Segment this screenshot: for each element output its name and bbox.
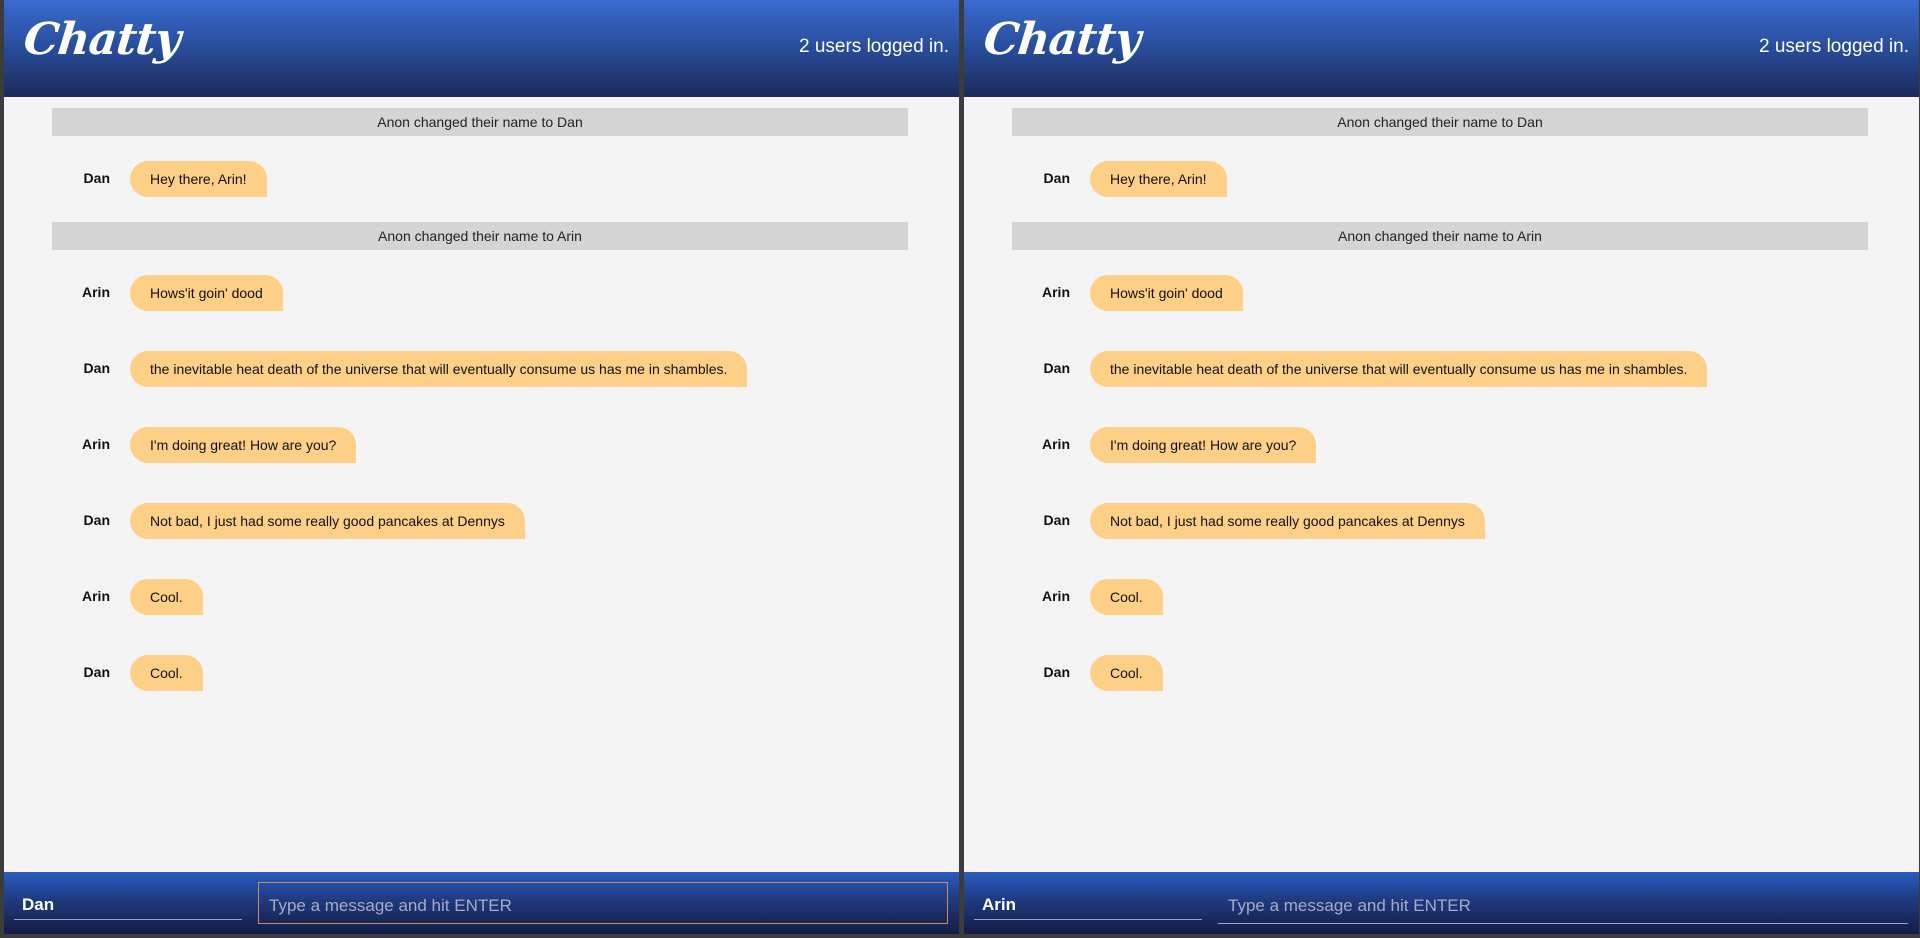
chat-message: Arin Hows'it goin' dood [964, 275, 1919, 311]
message-bubble: the inevitable heat death of the univers… [1090, 351, 1708, 387]
message-bubble: I'm doing great! How are you? [1090, 427, 1317, 463]
chat-message: Arin I'm doing great! How are you? [4, 427, 959, 463]
message-username: Arin [1042, 436, 1070, 452]
chat-message: Dan Cool. [4, 655, 959, 691]
navbar: Chatty 2 users logged in. [4, 0, 959, 97]
message-bubble: Cool. [130, 579, 203, 615]
chat-bar [964, 872, 1919, 934]
message-username: Arin [82, 436, 110, 452]
screen: Chatty 2 users logged in. Anon changed t… [0, 0, 1920, 938]
system-notice: Anon changed their name to Arin [1012, 222, 1868, 250]
chat-window-right: Chatty 2 users logged in. Anon changed t… [964, 0, 1919, 934]
message-username: Arin [82, 588, 110, 604]
chat-message: Dan the inevitable heat death of the uni… [4, 351, 959, 387]
chat-message: Arin Cool. [4, 579, 959, 615]
message-bubble: I'm doing great! How are you? [130, 427, 357, 463]
message-username: Arin [82, 284, 110, 300]
message-input[interactable] [258, 882, 948, 924]
message-username: Dan [83, 512, 110, 528]
username-input[interactable] [14, 890, 242, 920]
message-input[interactable] [1218, 882, 1908, 924]
message-username: Dan [83, 170, 110, 186]
message-username: Dan [1043, 360, 1070, 376]
message-list[interactable]: Anon changed their name to Dan Dan Hey t… [4, 97, 959, 872]
message-bubble: Hey there, Arin! [1090, 161, 1227, 197]
message-bubble: Cool. [1090, 655, 1163, 691]
chat-message: Arin I'm doing great! How are you? [964, 427, 1919, 463]
system-notice: Anon changed their name to Dan [52, 108, 908, 136]
message-username: Dan [1043, 664, 1070, 680]
system-notice: Anon changed their name to Arin [52, 222, 908, 250]
message-bubble: Not bad, I just had some really good pan… [130, 503, 525, 539]
message-username: Arin [1042, 588, 1070, 604]
message-bubble: Not bad, I just had some really good pan… [1090, 503, 1485, 539]
message-bubble: Hey there, Arin! [130, 161, 267, 197]
message-list[interactable]: Anon changed their name to Dan Dan Hey t… [964, 97, 1919, 872]
message-bubble: Cool. [1090, 579, 1163, 615]
chat-message: Dan Hey there, Arin! [964, 161, 1919, 197]
username-input[interactable] [974, 890, 1202, 920]
system-notice: Anon changed their name to Dan [1012, 108, 1868, 136]
chat-message: Arin Hows'it goin' dood [4, 275, 959, 311]
message-bubble: Cool. [130, 655, 203, 691]
message-username: Dan [83, 360, 110, 376]
message-username: Dan [1043, 512, 1070, 528]
chat-message: Dan Not bad, I just had some really good… [964, 503, 1919, 539]
user-count: 2 users logged in. [1759, 36, 1909, 57]
user-count: 2 users logged in. [799, 36, 949, 57]
message-bubble: Hows'it goin' dood [130, 275, 283, 311]
chat-message: Dan Hey there, Arin! [4, 161, 959, 197]
message-bubble: Hows'it goin' dood [1090, 275, 1243, 311]
chat-message: Dan the inevitable heat death of the uni… [964, 351, 1919, 387]
chat-message: Arin Cool. [964, 579, 1919, 615]
chat-message: Dan Not bad, I just had some really good… [4, 503, 959, 539]
chat-window-left: Chatty 2 users logged in. Anon changed t… [4, 0, 959, 934]
message-username: Arin [1042, 284, 1070, 300]
message-bubble: the inevitable heat death of the univers… [130, 351, 748, 387]
message-username: Dan [1043, 170, 1070, 186]
brand-logo[interactable]: Chatty [981, 14, 1142, 65]
chat-bar [4, 872, 959, 934]
chat-message: Dan Cool. [964, 655, 1919, 691]
message-username: Dan [83, 664, 110, 680]
navbar: Chatty 2 users logged in. [964, 0, 1919, 97]
brand-logo[interactable]: Chatty [21, 14, 182, 65]
